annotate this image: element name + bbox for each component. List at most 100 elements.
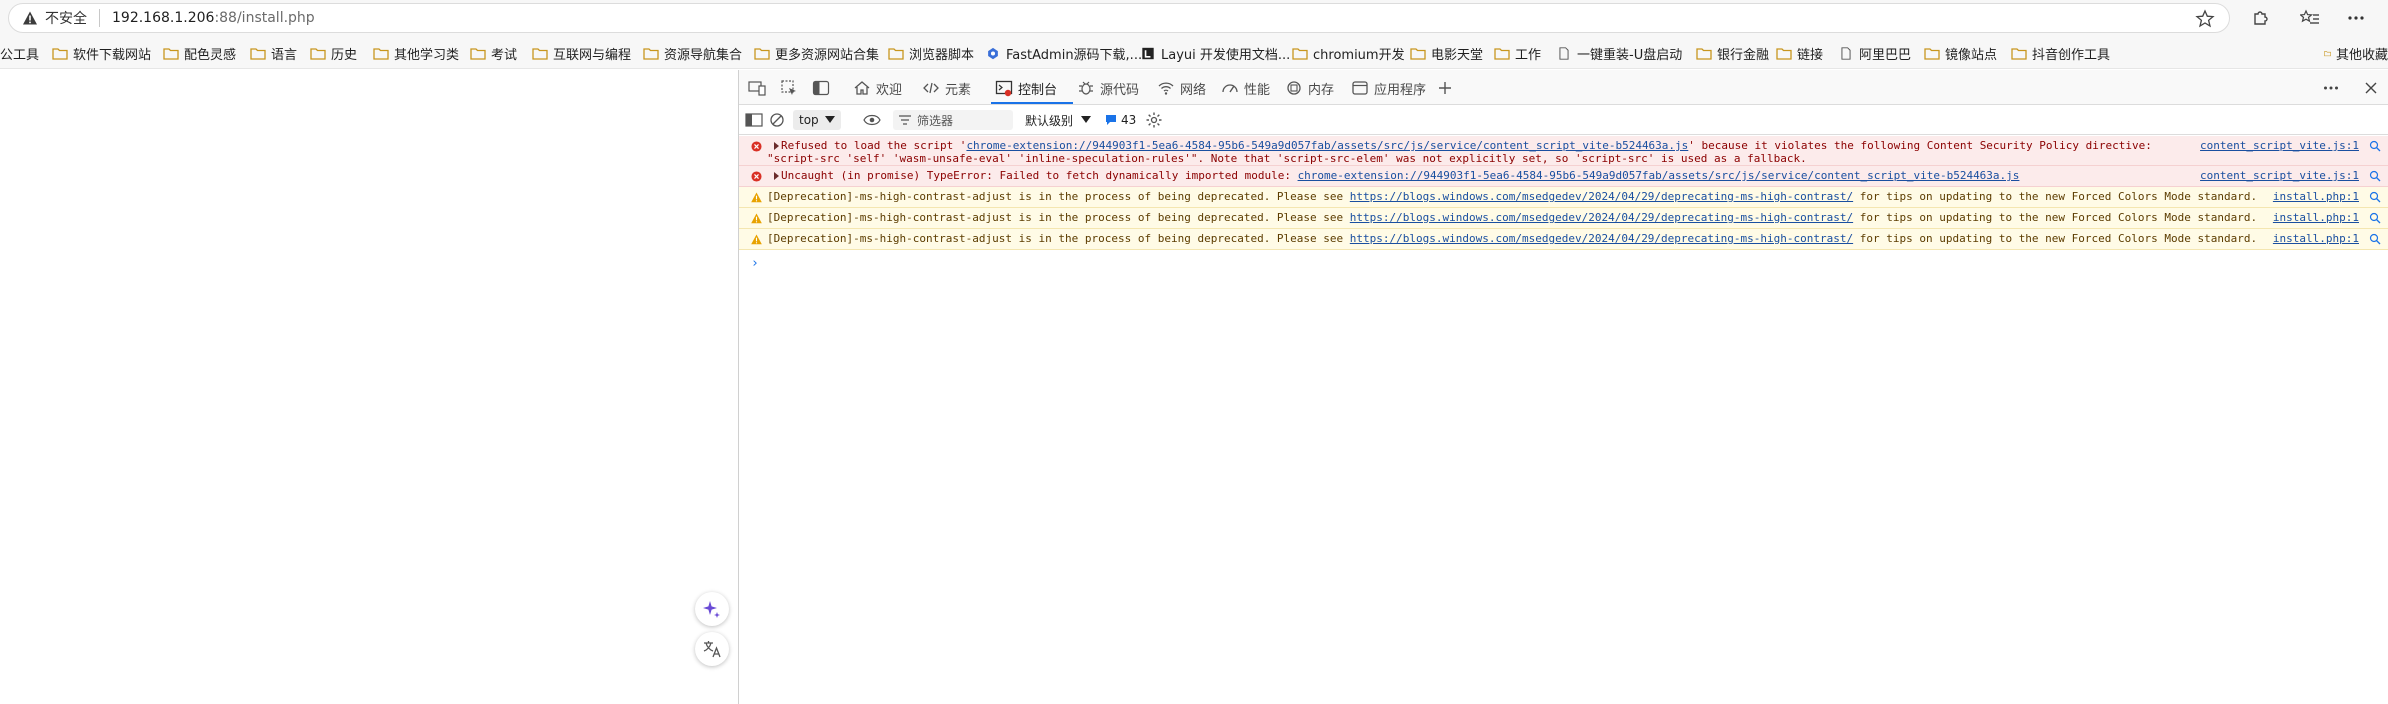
live-expression-eye-icon[interactable] bbox=[863, 110, 881, 130]
expand-triangle-icon[interactable] bbox=[774, 172, 779, 180]
extensions-icon[interactable] bbox=[2248, 6, 2272, 30]
message-text: ' because it violates the following Cont… bbox=[1688, 139, 2152, 152]
message-line: Refused to load the script 'chrome-exten… bbox=[781, 139, 2152, 153]
sidebar-toggle-icon[interactable] bbox=[745, 110, 763, 130]
more-menu-icon[interactable] bbox=[2344, 6, 2368, 30]
tab-label: 应用程序 bbox=[1374, 82, 1427, 98]
console-prompt[interactable]: › bbox=[751, 256, 759, 271]
bookmark-item[interactable]: 更多资源网站合集 bbox=[754, 44, 879, 63]
filter-placeholder: 筛选器 bbox=[917, 113, 954, 128]
url-path[interactable]: :88/install.php bbox=[214, 10, 314, 26]
folder-icon bbox=[52, 47, 68, 60]
bookmark-item[interactable]: 历史 bbox=[310, 44, 357, 63]
not-secure-label[interactable]: 不安全 bbox=[45, 8, 87, 28]
warning-triangle-icon[interactable] bbox=[21, 9, 39, 27]
console-output[interactable]: Refused to load the script 'chrome-exten… bbox=[739, 136, 2388, 704]
console-warning-message[interactable]: [Deprecation]-ms-high-contrast-adjust is… bbox=[739, 208, 2388, 229]
memory-icon bbox=[1287, 81, 1301, 95]
tab-performance[interactable]: 性能 bbox=[1221, 78, 1270, 98]
message-text: Uncaught (in promise) TypeError: Failed … bbox=[781, 169, 1298, 182]
translate-button[interactable] bbox=[695, 632, 729, 666]
filter-icon bbox=[899, 115, 911, 125]
favorites-list-icon[interactable] bbox=[2298, 6, 2322, 30]
deprecation-docs-link[interactable]: https://blogs.windows.com/msedgedev/2024… bbox=[1350, 190, 1853, 203]
url-host[interactable]: 192.168.1.206 bbox=[112, 10, 214, 26]
search-icon[interactable] bbox=[2369, 191, 2381, 203]
devtools-more-icon[interactable] bbox=[2319, 76, 2343, 100]
bookmark-item[interactable]: 镜像站点 bbox=[1924, 44, 1997, 63]
extension-script-link[interactable]: chrome-extension://944903f1-5ea6-4584-95… bbox=[1298, 169, 2020, 182]
bookmark-item[interactable]: 工作 bbox=[1494, 44, 1541, 63]
bookmark-item[interactable]: 链接 bbox=[1776, 44, 1823, 63]
inspect-element-icon[interactable] bbox=[777, 76, 801, 100]
log-levels-label: 默认级别 bbox=[1025, 113, 1074, 128]
search-icon[interactable] bbox=[2369, 212, 2381, 224]
devtools-close-icon[interactable] bbox=[2359, 76, 2383, 100]
message-bubble-icon bbox=[1106, 115, 1116, 125]
omnibox[interactable]: 不安全 192.168.1.206 :88/install.php bbox=[8, 3, 2230, 33]
search-icon[interactable] bbox=[2369, 140, 2381, 152]
bookmark-item[interactable]: 阿里巴巴 bbox=[1838, 44, 1911, 63]
copilot-sparkle-button[interactable] bbox=[695, 592, 729, 626]
bookmark-label: 其他学习类 bbox=[394, 47, 460, 63]
add-tab-icon[interactable] bbox=[1433, 76, 1457, 100]
source-link[interactable]: content_script_vite.js:1 bbox=[2200, 139, 2359, 153]
web-page-viewport[interactable] bbox=[0, 70, 738, 704]
console-warning-message[interactable]: [Deprecation]-ms-high-contrast-adjust is… bbox=[739, 187, 2388, 208]
bookmark-item[interactable]: 浏览器脚本 bbox=[888, 44, 974, 63]
dock-sidebar-icon[interactable] bbox=[809, 76, 833, 100]
bookmark-item[interactable]: Layui 开发使用文档... bbox=[1140, 44, 1290, 63]
issues-counter[interactable]: 43 bbox=[1105, 110, 1136, 130]
bookmark-item[interactable]: 银行金融 bbox=[1696, 44, 1769, 63]
source-link[interactable]: install.php:1 bbox=[2273, 232, 2359, 246]
tab-sources[interactable]: 源代码 bbox=[1077, 78, 1139, 98]
bookmark-item[interactable]: 考试 bbox=[470, 44, 517, 63]
tab-memory[interactable]: 内存 bbox=[1285, 78, 1334, 98]
tab-console[interactable]: 控制台 bbox=[995, 78, 1057, 98]
search-icon[interactable] bbox=[2369, 170, 2381, 182]
tab-welcome[interactable]: 欢迎 bbox=[853, 78, 902, 98]
bookmark-label: 资源导航集合 bbox=[664, 47, 743, 63]
bookmark-label: 一键重装-U盘启动 bbox=[1577, 47, 1683, 63]
bookmark-item[interactable]: 配色灵感 bbox=[163, 44, 236, 63]
console-error-message[interactable]: Uncaught (in promise) TypeError: Failed … bbox=[739, 166, 2388, 187]
bookmark-item[interactable]: chromium开发 bbox=[1292, 44, 1405, 63]
page-icon bbox=[1841, 46, 1851, 60]
source-link[interactable]: content_script_vite.js:1 bbox=[2200, 169, 2359, 183]
context-selector[interactable]: top bbox=[793, 110, 841, 130]
sparkle-icon bbox=[703, 601, 720, 618]
console-settings-gear-icon[interactable] bbox=[1145, 110, 1163, 130]
app-icon bbox=[1352, 81, 1368, 95]
extension-script-link[interactable]: chrome-extension://944903f1-5ea6-4584-95… bbox=[966, 139, 1688, 152]
bookmark-item[interactable]: 电影天堂 bbox=[1410, 44, 1483, 63]
bookmark-item[interactable]: 一键重装-U盘启动 bbox=[1556, 44, 1683, 63]
device-emulation-icon[interactable] bbox=[745, 76, 769, 100]
source-link[interactable]: install.php:1 bbox=[2273, 211, 2359, 225]
bookmark-item[interactable]: FastAdmin源码下载,... bbox=[985, 44, 1142, 63]
bookmark-item[interactable]: 公工具 bbox=[0, 44, 39, 63]
message-text: for tips on updating to the new Forced C… bbox=[1853, 190, 2258, 203]
bookmark-item[interactable]: 软件下载网站 bbox=[52, 44, 151, 63]
bookmark-item[interactable]: 语言 bbox=[250, 44, 297, 63]
deprecation-docs-link[interactable]: https://blogs.windows.com/msedgedev/2024… bbox=[1350, 232, 1853, 245]
console-warning-message[interactable]: [Deprecation]-ms-high-contrast-adjust is… bbox=[739, 229, 2388, 250]
bookmark-item[interactable]: 互联网与编程 bbox=[532, 44, 631, 63]
bookmark-item[interactable]: 其他学习类 bbox=[373, 44, 460, 63]
log-levels-dropdown[interactable]: 默认级别 bbox=[1025, 110, 1092, 130]
console-error-message[interactable]: Refused to load the script 'chrome-exten… bbox=[739, 136, 2388, 166]
deprecation-docs-link[interactable]: https://blogs.windows.com/msedgedev/2024… bbox=[1350, 211, 1853, 224]
filter-input[interactable]: 筛选器 bbox=[893, 110, 1013, 130]
favorite-star-icon[interactable] bbox=[2195, 9, 2215, 29]
bookmark-item[interactable]: 抖音创作工具 bbox=[2011, 44, 2110, 63]
expand-triangle-icon[interactable] bbox=[774, 142, 779, 150]
clear-console-icon[interactable] bbox=[769, 110, 785, 130]
search-icon[interactable] bbox=[2369, 233, 2381, 245]
folder-icon bbox=[310, 47, 326, 60]
tab-elements[interactable]: 元素 bbox=[922, 78, 971, 98]
bookmark-item[interactable]: 资源导航集合 bbox=[643, 44, 743, 63]
folder-icon bbox=[1924, 47, 1940, 60]
source-link[interactable]: install.php:1 bbox=[2273, 190, 2359, 204]
tab-network[interactable]: 网络 bbox=[1157, 78, 1206, 98]
other-favorites[interactable]: 其他收藏 bbox=[2318, 44, 2388, 63]
tab-application[interactable]: 应用程序 bbox=[1351, 78, 1426, 98]
